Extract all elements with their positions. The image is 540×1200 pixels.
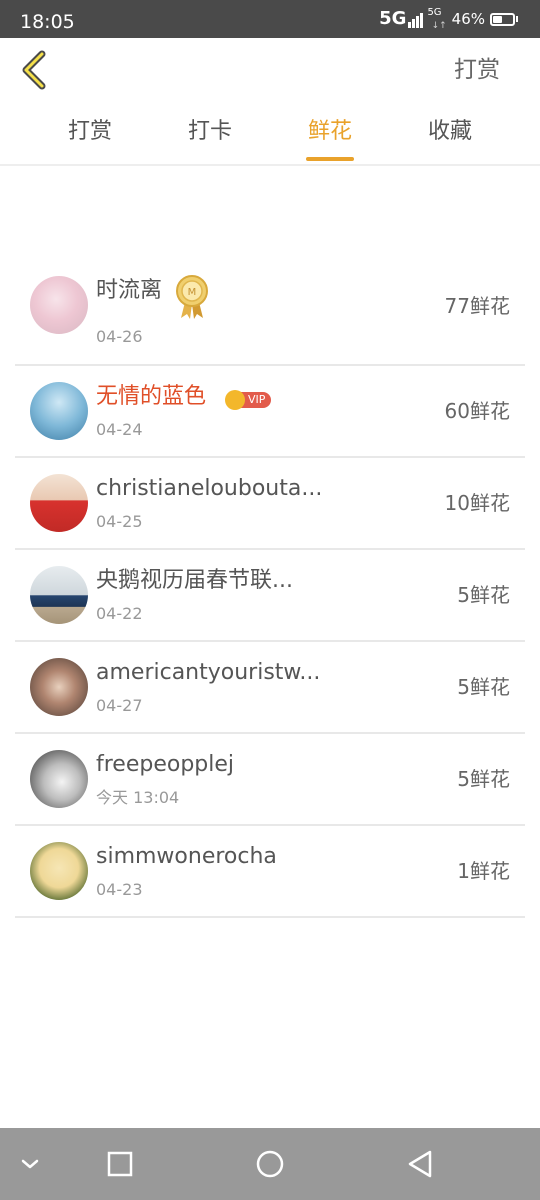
status-time: 18:05 — [20, 11, 75, 33]
list-item[interactable]: americantyouristw... 04-27 5鲜花 — [15, 642, 525, 734]
flower-count: 10鲜花 — [444, 491, 510, 515]
header: 打赏 — [0, 38, 540, 104]
list-item[interactable]: freepeopplej 今天 13:04 5鲜花 — [15, 734, 525, 826]
user-name[interactable]: simmwonerocha — [96, 842, 277, 872]
avatar[interactable] — [30, 566, 88, 624]
chevron-down-icon[interactable] — [12, 1146, 48, 1182]
crown-icon — [225, 390, 245, 410]
gift-date: 04-27 — [96, 696, 143, 715]
battery-tip — [516, 16, 518, 22]
list-item[interactable]: christianelouboutа... 04-25 10鲜花 — [15, 458, 525, 550]
data-arrows-icon: ↓↑ — [431, 20, 447, 31]
list-item[interactable]: 央鹅视历届春节联... 04-22 5鲜花 — [15, 550, 525, 642]
user-name[interactable]: 央鹅视历届春节联... — [96, 566, 293, 596]
back-triangle-icon[interactable] — [402, 1146, 438, 1182]
recent-apps-icon[interactable] — [102, 1146, 138, 1182]
flower-count: 5鲜花 — [457, 767, 510, 791]
tab-reward[interactable]: 打赏 — [30, 114, 150, 150]
avatar[interactable] — [30, 474, 88, 532]
network-label: 5G — [379, 8, 407, 29]
flower-count: 60鲜花 — [444, 399, 510, 423]
tab-favorites[interactable]: 收藏 — [390, 114, 510, 150]
medal-badge-icon: M — [176, 275, 208, 319]
user-name[interactable]: 时流离 — [96, 276, 162, 306]
signal-icon — [408, 10, 424, 28]
gift-date: 04-26 — [96, 327, 143, 346]
tab-flowers[interactable]: 鲜花 — [270, 114, 390, 150]
tab-bar: 打赏 打卡 鲜花 收藏 — [0, 104, 540, 166]
system-nav-bar — [0, 1128, 540, 1200]
back-button[interactable] — [14, 48, 58, 92]
active-tab-indicator — [306, 157, 354, 161]
battery-icon — [490, 12, 515, 26]
user-name[interactable]: freepeopplej — [96, 750, 234, 780]
vip-badge: VIP — [225, 390, 272, 410]
avatar[interactable] — [30, 658, 88, 716]
list-item[interactable]: 无情的蓝色 VIP 04-24 60鲜花 — [15, 366, 525, 458]
home-icon[interactable] — [252, 1146, 288, 1182]
gift-date: 今天 13:04 — [96, 788, 180, 807]
gift-date: 04-23 — [96, 880, 143, 899]
avatar[interactable] — [30, 382, 88, 440]
avatar[interactable] — [30, 276, 88, 334]
chevron-left-icon — [22, 50, 46, 90]
status-indicators: 5G 5G ↓↑ 46% — [379, 7, 518, 31]
user-name[interactable]: americantyouristw... — [96, 658, 320, 688]
flower-count: 77鲜花 — [444, 294, 510, 318]
gift-date: 04-22 — [96, 604, 143, 623]
svg-text:M: M — [188, 287, 197, 298]
status-bar: 18:05 5G 5G ↓↑ 46% — [0, 0, 540, 38]
secondary-network-label: 5G — [427, 7, 442, 18]
user-name[interactable]: 无情的蓝色 — [96, 382, 206, 412]
flower-count: 1鲜花 — [457, 859, 510, 883]
gift-date: 04-24 — [96, 420, 143, 439]
flower-count: 5鲜花 — [457, 583, 510, 607]
list-item[interactable]: 时流离 M 04-26 77鲜花 — [15, 260, 525, 366]
battery-percent: 46% — [451, 10, 485, 28]
flower-ranking-list: 时流离 M 04-26 77鲜花 无情的蓝色 VIP 04-24 60鲜花 ch… — [15, 260, 525, 918]
user-name[interactable]: christianelouboutа... — [96, 474, 322, 504]
list-item[interactable]: simmwonerocha 04-23 1鲜花 — [15, 826, 525, 918]
tab-checkin[interactable]: 打卡 — [150, 114, 270, 150]
reward-action-button[interactable]: 打赏 — [454, 54, 500, 86]
avatar[interactable] — [30, 842, 88, 900]
flower-count: 5鲜花 — [457, 675, 510, 699]
avatar[interactable] — [30, 750, 88, 808]
gift-date: 04-25 — [96, 512, 143, 531]
